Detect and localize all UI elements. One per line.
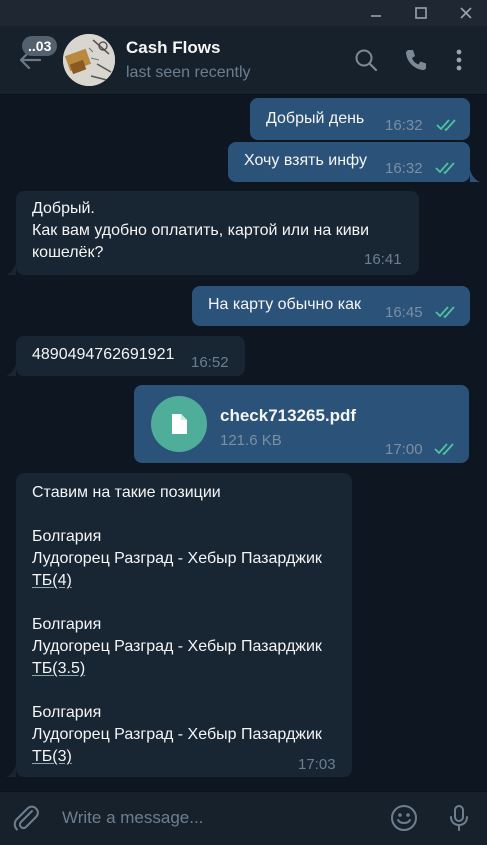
message-line: Болгария bbox=[32, 528, 102, 545]
double-check-icon bbox=[435, 306, 455, 319]
message-line: Ставим на такие позиции bbox=[32, 484, 221, 501]
double-check-icon bbox=[435, 162, 455, 175]
double-check-icon bbox=[436, 119, 456, 132]
message-bubble-outgoing[interactable]: Хочу взять инфу 16:32 bbox=[228, 142, 470, 182]
message-line: Болгария bbox=[32, 616, 102, 633]
bubble-tail bbox=[6, 263, 16, 275]
message-bubble-incoming[interactable]: Добрый. Как вам удобно оплатить, картой … bbox=[16, 191, 419, 275]
message-input[interactable] bbox=[50, 800, 394, 836]
minimize-icon[interactable] bbox=[356, 0, 396, 26]
message-line: ТБ(3) bbox=[32, 748, 72, 765]
message-time: 16:45 bbox=[385, 304, 423, 321]
unread-count-badge[interactable]: ..03 bbox=[22, 36, 58, 56]
more-vert-icon[interactable] bbox=[445, 46, 473, 74]
double-check-icon bbox=[434, 443, 454, 456]
message-text: Хочу взять инфу bbox=[244, 152, 368, 169]
message-bubble-outgoing[interactable]: Добрый день 16:32 bbox=[250, 98, 470, 140]
message-list[interactable]: Добрый день 16:32 Хочу взять инфу 16:32 … bbox=[0, 95, 487, 791]
message-line: кошелёк? bbox=[32, 244, 104, 261]
emoji-icon[interactable] bbox=[388, 802, 420, 834]
message-time: 17:00 bbox=[385, 441, 423, 458]
window-titlebar bbox=[0, 0, 487, 26]
message-line: ТБ(4) bbox=[32, 572, 72, 589]
file-size: 121.6 KB bbox=[220, 432, 282, 449]
file-name[interactable]: check713265.pdf bbox=[220, 405, 356, 427]
chat-header: ..03 Cash Flows last seen recently bbox=[0, 26, 487, 95]
message-line: ТБ(3.5) bbox=[32, 660, 86, 677]
message-composer bbox=[0, 791, 487, 845]
bubble-tail bbox=[470, 170, 480, 182]
file-download-button[interactable] bbox=[151, 396, 207, 452]
message-bubble-outgoing[interactable]: На карту обычно как 16:45 bbox=[192, 286, 470, 326]
message-time: 16:32 bbox=[385, 160, 423, 177]
message-bubble-incoming[interactable]: 4890494762691921 16:52 bbox=[16, 336, 245, 376]
message-text: Добрый день bbox=[266, 110, 365, 127]
file-icon bbox=[172, 414, 187, 434]
message-line: Лудогорец Разград - Хебыр Пазарджик bbox=[32, 550, 322, 567]
message-time: 16:41 bbox=[364, 251, 402, 268]
message-text: 4890494762691921 bbox=[32, 346, 175, 363]
message-time: 16:52 bbox=[191, 354, 229, 371]
attach-icon[interactable] bbox=[10, 802, 42, 834]
phone-icon[interactable] bbox=[402, 46, 430, 74]
chat-title[interactable]: Cash Flows bbox=[126, 38, 220, 58]
message-line: Добрый. bbox=[32, 200, 95, 217]
last-seen-status: last seen recently bbox=[126, 64, 251, 81]
message-text: На карту обычно как bbox=[208, 296, 361, 313]
bubble-tail bbox=[6, 765, 16, 777]
bubble-tail bbox=[6, 364, 16, 376]
message-line: Болгария bbox=[32, 704, 102, 721]
maximize-icon[interactable] bbox=[401, 0, 441, 26]
message-line: Как вам удобно оплатить, картой или на к… bbox=[32, 222, 370, 239]
message-bubble-file[interactable]: check713265.pdf 121.6 KB 17:00 bbox=[134, 385, 469, 463]
avatar[interactable] bbox=[63, 34, 115, 86]
message-bubble-incoming[interactable]: Ставим на такие позиции Болгария Лудогор… bbox=[16, 473, 352, 777]
close-icon[interactable] bbox=[446, 0, 486, 26]
message-time: 16:32 bbox=[385, 117, 423, 134]
message-time: 17:03 bbox=[298, 756, 336, 773]
message-line: Лудогорец Разград - Хебыр Пазарджик bbox=[32, 726, 322, 743]
microphone-icon[interactable] bbox=[443, 802, 475, 834]
search-icon[interactable] bbox=[352, 46, 380, 74]
message-line: Лудогорец Разград - Хебыр Пазарджик bbox=[32, 638, 322, 655]
